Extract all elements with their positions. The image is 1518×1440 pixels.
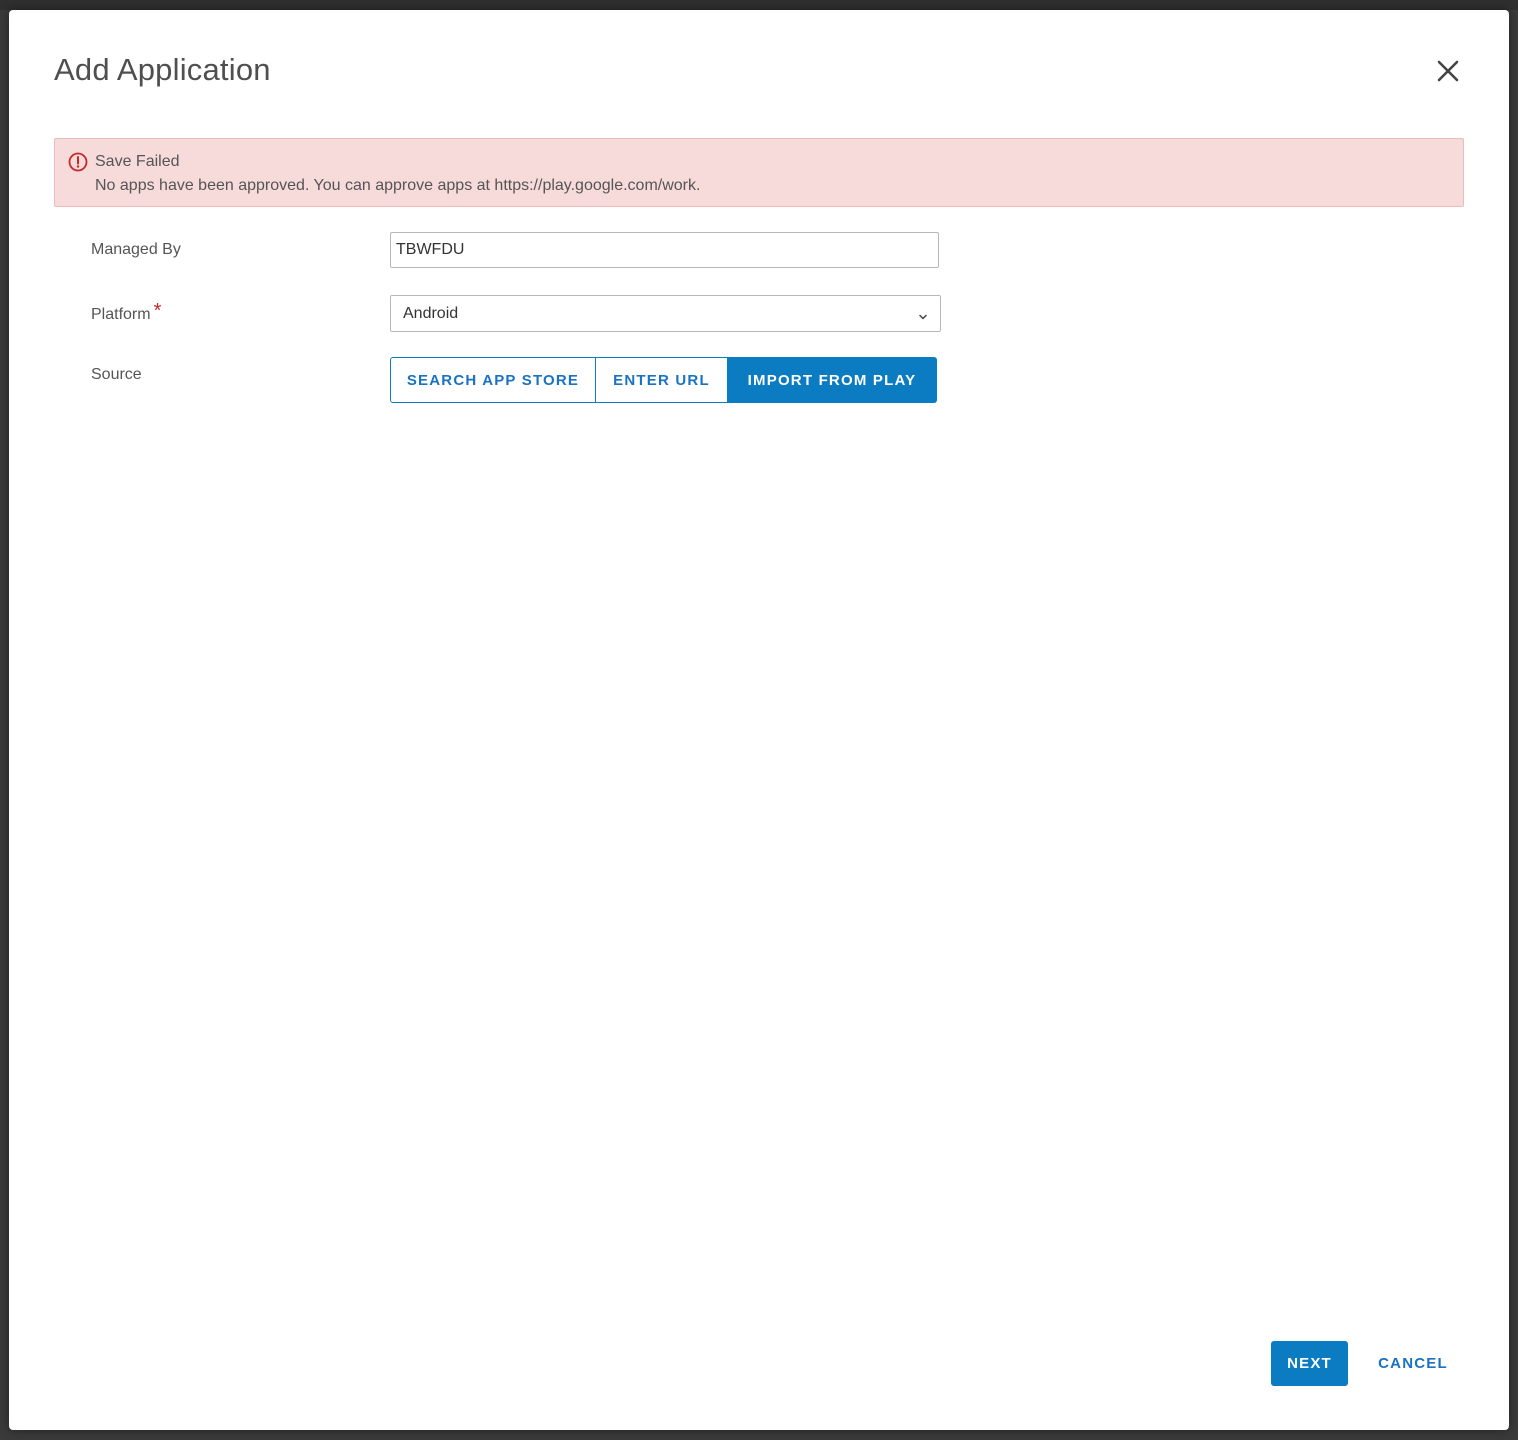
next-button[interactable]: NEXT bbox=[1271, 1341, 1348, 1386]
source-import-from-play-button[interactable]: IMPORT FROM PLAY bbox=[728, 357, 937, 403]
platform-select[interactable]: Android bbox=[390, 295, 941, 332]
backdrop bbox=[0, 0, 1518, 10]
error-alert: Save Failed No apps have been approved. … bbox=[54, 138, 1464, 207]
platform-select-value: Android bbox=[403, 305, 459, 322]
source-label: Source bbox=[91, 366, 142, 383]
managed-by-input[interactable] bbox=[390, 232, 939, 268]
platform-label: Platform * bbox=[91, 300, 162, 326]
close-button[interactable] bbox=[1433, 56, 1463, 86]
cancel-button[interactable]: CANCEL bbox=[1367, 1341, 1459, 1386]
close-icon bbox=[1433, 56, 1463, 86]
required-marker: * bbox=[153, 300, 162, 322]
alert-message: No apps have been approved. You can appr… bbox=[95, 177, 701, 194]
source-enter-url-button[interactable]: ENTER URL bbox=[596, 357, 728, 403]
managed-by-label: Managed By bbox=[91, 241, 181, 258]
add-application-dialog: Add Application Save Failed No apps have… bbox=[9, 10, 1509, 1430]
source-toggle-group: SEARCH APP STORE ENTER URL IMPORT FROM P… bbox=[390, 357, 937, 403]
platform-label-text: Platform bbox=[91, 306, 151, 323]
alert-title: Save Failed bbox=[95, 153, 180, 170]
dialog-title: Add Application bbox=[54, 52, 271, 87]
error-circle-icon bbox=[68, 152, 88, 172]
chevron-down-icon bbox=[918, 309, 928, 320]
source-search-app-store-button[interactable]: SEARCH APP STORE bbox=[390, 357, 596, 403]
